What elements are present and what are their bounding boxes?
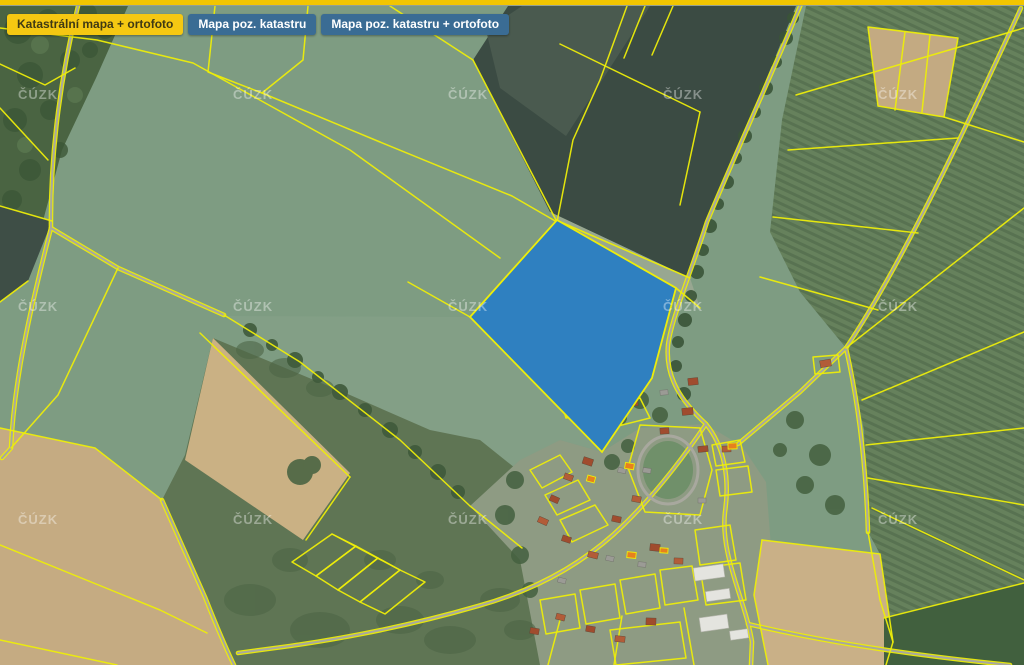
map-type-tabs: Katastrální mapa + ortofoto Mapa poz. ka… (7, 14, 509, 35)
tab-mapa-poz-katastru-ortofoto[interactable]: Mapa poz. katastru + ortofoto (321, 14, 509, 35)
tab-katastralni-mapa-ortofoto[interactable]: Katastrální mapa + ortofoto (7, 14, 183, 35)
map-canvas[interactable] (0, 0, 1024, 665)
top-strip-shadow (0, 5, 1024, 6)
map-viewer-window: Katastrální mapa + ortofoto Mapa poz. ka… (0, 0, 1024, 665)
tab-mapa-poz-katastru[interactable]: Mapa poz. katastru (188, 14, 316, 35)
